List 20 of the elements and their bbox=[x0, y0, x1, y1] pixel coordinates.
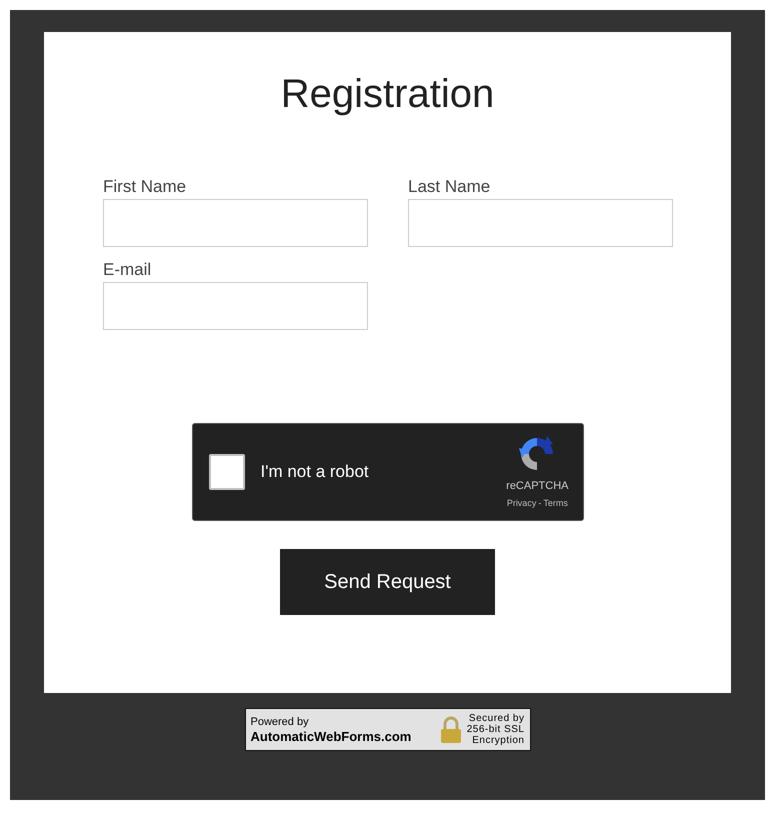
captcha-link[interactable]: Terms bbox=[543, 497, 568, 510]
input-field[interactable] bbox=[408, 199, 673, 247]
captcha-link[interactable]: Privacy bbox=[506, 497, 536, 510]
link-separator: - bbox=[538, 497, 542, 510]
input-field[interactable] bbox=[103, 282, 368, 330]
ssl-text: Secured by bbox=[468, 713, 524, 724]
padlock-icon bbox=[438, 716, 463, 744]
captcha-brand: reCAPTCHA bbox=[506, 478, 568, 494]
powered-by-text: Powered by bbox=[250, 716, 310, 728]
ssl-text: 256-bit SSL bbox=[466, 724, 524, 735]
ssl-text: Encryption bbox=[472, 735, 524, 746]
field-label: First Name bbox=[103, 176, 188, 198]
form-title: Registration bbox=[280, 71, 494, 118]
captcha-label: I'm not a robot bbox=[260, 461, 369, 484]
site-link[interactable]: AutomaticWebForms.com bbox=[250, 730, 412, 742]
captcha-checkbox[interactable] bbox=[208, 454, 244, 490]
field-label: E-mail bbox=[103, 259, 152, 281]
input-field[interactable] bbox=[103, 199, 368, 247]
send-request-button[interactable]: Send Request bbox=[280, 549, 495, 615]
field-label: Last Name bbox=[408, 176, 492, 198]
